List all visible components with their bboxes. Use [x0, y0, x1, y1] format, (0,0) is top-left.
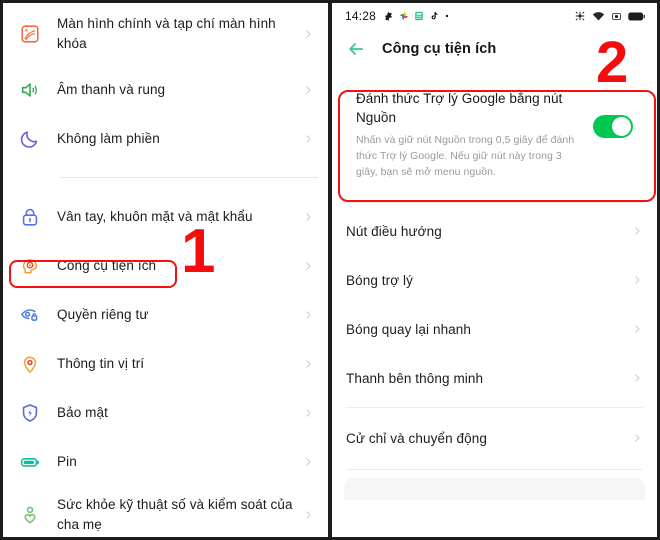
sidebar-item-label: Quyền riêng tư [57, 306, 149, 322]
tools-list-group-two: Cử chỉ và chuyển động [332, 408, 657, 469]
settings-list: Màn hình chính và tạp chí màn hình khóa … [3, 3, 328, 537]
sidebar-item-battery[interactable]: Pin [3, 437, 328, 486]
sidebar-item-label: Màn hình chính và tạp chí màn hình khóa [57, 16, 276, 51]
sidebar-item-label: Âm thanh và rung [57, 81, 166, 97]
gear-icon [383, 11, 394, 22]
sidebar-item-convenience-tools[interactable]: Công cụ tiện ích [3, 241, 328, 290]
calculator-icon [414, 11, 424, 21]
wifi-icon [592, 10, 605, 23]
back-arrow-icon[interactable] [346, 39, 366, 59]
battery-icon [15, 447, 45, 477]
status-bar-system-icons [574, 10, 645, 23]
chevron-right-icon [302, 28, 314, 40]
sidebar-item-label: Công cụ tiện ích [57, 257, 157, 273]
tools-list-group-one: Nút điều hướng Bóng trợ lý Bóng quay lại… [332, 203, 657, 407]
chevron-right-icon [302, 84, 314, 96]
moon-icon [15, 124, 45, 154]
list-item-label: Cử chỉ và chuyển động [346, 430, 487, 446]
location-pin-icon [15, 349, 45, 379]
digital-wellbeing-icon [15, 500, 45, 530]
sidebar-item-do-not-disturb[interactable]: Không làm phiền [3, 114, 328, 163]
chevron-right-icon [631, 372, 643, 384]
sidebar-item-location[interactable]: Thông tin vị trí [3, 339, 328, 388]
sidebar-item-label: Thông tin vị trí [57, 355, 145, 371]
sim-icon [611, 11, 622, 22]
sidebar-item-privacy[interactable]: Quyền riêng tư [3, 290, 328, 339]
chevron-right-icon [302, 407, 314, 419]
nfc-icon [574, 10, 586, 22]
card-text-column: Đánh thức Trợ lý Google bằng nút Nguồn N… [356, 89, 593, 181]
sidebar-item-fingerprint-face-password[interactable]: Vân tay, khuôn mặt và mật khẩu [3, 192, 328, 241]
dot-icon [444, 13, 450, 19]
lock-icon [15, 202, 45, 232]
sidebar-item-sound[interactable]: Âm thanh và rung [3, 65, 328, 114]
status-bar: 14:28 [332, 3, 657, 29]
status-bar-clock: 14:28 [345, 9, 377, 23]
status-bar-notification-icons [383, 11, 450, 22]
head-target-icon [15, 251, 45, 281]
chevron-right-icon [631, 432, 643, 444]
tiktok-icon [429, 11, 439, 21]
annotation-number-2: 2 [596, 30, 629, 95]
card-description: Nhấn và giữ nút Nguồn trong 0,5 giây để … [356, 134, 575, 178]
chevron-right-icon [631, 225, 643, 237]
list-bottom-spacer [332, 470, 657, 478]
wallpaper-icon [15, 19, 45, 49]
chevron-right-icon [302, 456, 314, 468]
chevron-right-icon [302, 260, 314, 272]
list-item-label: Nút điều hướng [346, 223, 442, 239]
toggle-knob [612, 117, 631, 136]
annotation-number-1: 1 [181, 217, 216, 286]
chevron-right-icon [631, 323, 643, 335]
battery-icon [628, 11, 645, 22]
privacy-eye-icon [15, 300, 45, 330]
list-item-gestures-motions[interactable]: Cử chỉ và chuyển động [332, 414, 657, 463]
chevron-right-icon [302, 309, 314, 321]
next-card-stub[interactable] [344, 477, 645, 500]
sidebar-item-label: Sức khỏe kỹ thuật số và kiểm soát của ch… [57, 497, 293, 532]
chevron-right-icon [302, 133, 314, 145]
page-title: Công cụ tiện ích [382, 41, 497, 57]
sidebar-item-label: Vân tay, khuôn mặt và mật khẩu [57, 208, 253, 224]
list-item-smart-sidebar[interactable]: Thanh bên thông minh [332, 354, 657, 403]
left-phone-panel: Màn hình chính và tạp chí màn hình khóa … [0, 0, 330, 540]
list-item-navigation-buttons[interactable]: Nút điều hướng [332, 207, 657, 256]
assistant-toggle-switch[interactable] [593, 115, 633, 138]
speaker-icon [15, 75, 45, 105]
chevron-right-icon [631, 274, 643, 286]
list-item-assistive-ball[interactable]: Bóng trợ lý [332, 256, 657, 305]
sidebar-item-security[interactable]: Bảo mật [3, 388, 328, 437]
list-item-label: Thanh bên thông minh [346, 370, 484, 386]
sidebar-item-label: Pin [57, 453, 77, 469]
chevron-right-icon [302, 358, 314, 370]
chevron-right-icon [302, 509, 314, 521]
sidebar-item-label: Không làm phiền [57, 130, 160, 146]
chevron-right-icon [302, 211, 314, 223]
sidebar-item-label: Bảo mật [57, 404, 108, 420]
photos-icon [399, 11, 409, 21]
list-item-label: Bóng trợ lý [346, 272, 413, 288]
sidebar-item-digital-wellbeing[interactable]: Sức khỏe kỹ thuật số và kiểm soát của ch… [3, 486, 328, 537]
list-item-label: Bóng quay lại nhanh [346, 321, 472, 337]
card-bottom-spacer [332, 192, 657, 202]
shield-bolt-icon [15, 398, 45, 428]
sidebar-item-home-screen[interactable]: Màn hình chính và tạp chí màn hình khóa [3, 3, 328, 65]
comparison-screenshot: Màn hình chính và tạp chí màn hình khóa … [0, 0, 660, 540]
list-item-quick-return-ball[interactable]: Bóng quay lại nhanh [332, 305, 657, 354]
card-title: Đánh thức Trợ lý Google bằng nút Nguồn [356, 91, 563, 126]
